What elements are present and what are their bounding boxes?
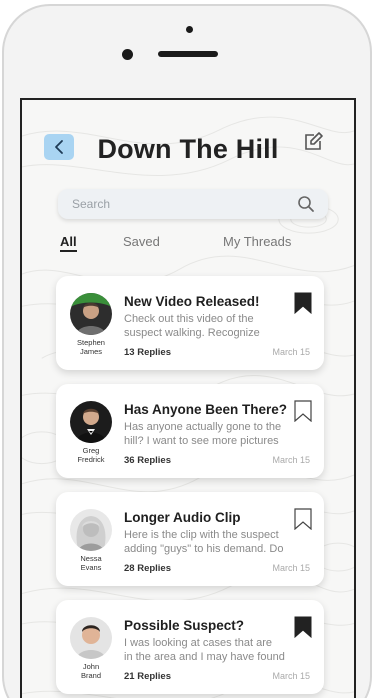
author-name: Nessa Evans xyxy=(80,554,102,572)
tab-my-threads[interactable]: My Threads xyxy=(223,234,291,249)
reply-count: 21 Replies xyxy=(124,671,171,682)
earpiece-speaker xyxy=(158,51,218,57)
author-name: Greg Fredrick xyxy=(77,446,105,464)
proximity-sensor xyxy=(186,26,193,33)
thread-title: New Video Released! xyxy=(124,294,260,309)
avatar xyxy=(70,617,112,659)
thread-date: March 15 xyxy=(272,671,310,681)
avatar xyxy=(70,293,112,335)
reply-count: 36 Replies xyxy=(124,455,171,466)
reply-count: 28 Replies xyxy=(124,563,171,574)
compose-button[interactable] xyxy=(302,131,324,153)
thread-date: March 15 xyxy=(272,347,310,357)
app-screen: Down The Hill All Saved My Threads xyxy=(20,98,356,698)
thread-preview: Here is the clip with the suspect adding… xyxy=(124,529,284,555)
thread-preview: Has anyone actually gone to the hill? I … xyxy=(124,421,282,447)
thread-card[interactable]: John Brand Possible Suspect? I was looki… xyxy=(56,600,324,694)
thread-title: Possible Suspect? xyxy=(124,618,245,633)
front-camera xyxy=(122,49,133,60)
bookmark-filled-icon[interactable] xyxy=(294,292,312,314)
avatar xyxy=(70,509,112,551)
bookmark-outline-icon[interactable] xyxy=(294,508,312,530)
bookmark-outline-icon[interactable] xyxy=(294,400,312,422)
search-input[interactable] xyxy=(72,195,282,213)
edit-icon xyxy=(305,132,323,150)
thread-card[interactable]: Greg Fredrick Has Anyone Been There? Has… xyxy=(56,384,324,478)
avatar xyxy=(70,401,112,443)
reply-count: 13 Replies xyxy=(124,347,171,358)
thread-title: Longer Audio Clip xyxy=(124,510,241,525)
thread-preview: I was looking at cases that are in the a… xyxy=(124,637,285,663)
page-title: Down The Hill xyxy=(97,134,279,164)
tab-all[interactable]: All xyxy=(60,234,77,252)
thread-tabs: All Saved My Threads xyxy=(22,234,354,258)
thread-date: March 15 xyxy=(272,563,310,573)
search-icon[interactable] xyxy=(296,194,316,214)
author-name: Stephen James xyxy=(77,338,105,356)
author-name: John Brand xyxy=(80,662,101,680)
phone-frame: Down The Hill All Saved My Threads xyxy=(0,0,376,698)
thread-card[interactable]: Nessa Evans Longer Audio Clip Here is th… xyxy=(56,492,324,586)
thread-preview: Check out this video of the suspect walk… xyxy=(124,313,260,339)
search-bar xyxy=(58,189,328,219)
bookmark-filled-icon[interactable] xyxy=(294,616,312,638)
tab-saved[interactable]: Saved xyxy=(123,234,160,249)
thread-date: March 15 xyxy=(272,455,310,465)
app-header: Down The Hill xyxy=(22,100,354,180)
thread-card[interactable]: Stephen James New Video Released! Check … xyxy=(56,276,324,370)
thread-title: Has Anyone Been There? xyxy=(124,402,288,417)
